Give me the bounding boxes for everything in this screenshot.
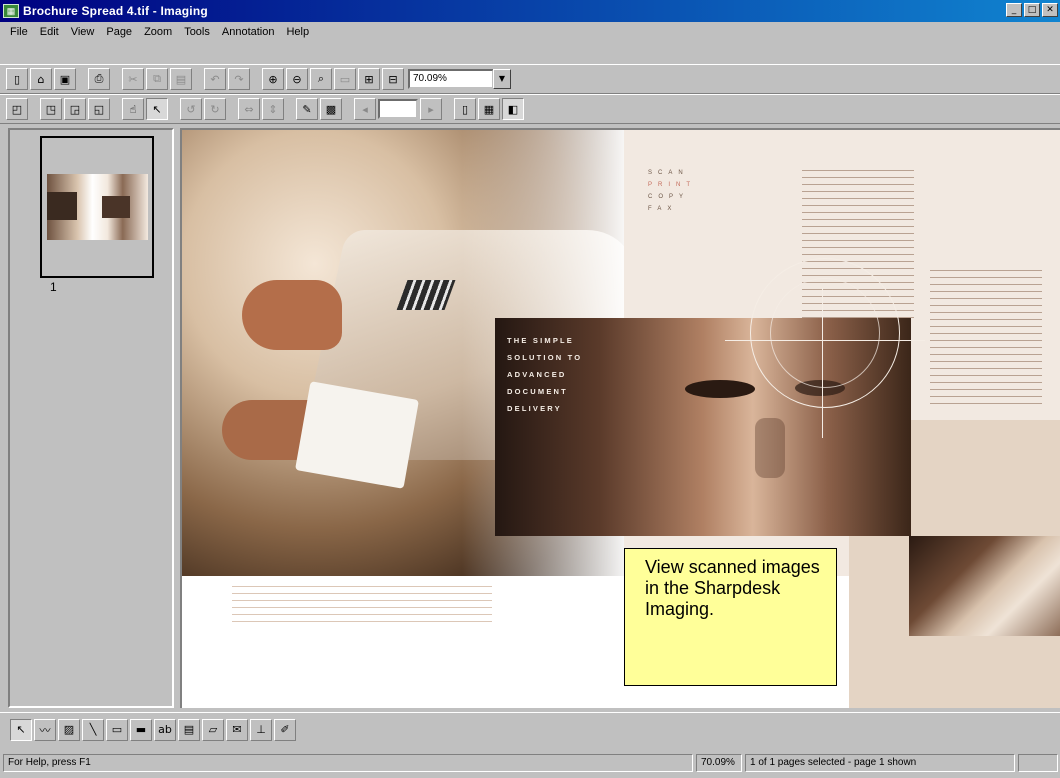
window-controls: _ □ ✕ [1006,3,1058,17]
paper-hands-photo [909,536,1060,636]
image-properties-icon[interactable]: ▩ [320,98,342,120]
minimize-button[interactable]: _ [1006,3,1022,17]
zoom-out-icon[interactable]: ⊖ [286,68,308,90]
select-pointer-icon[interactable]: ↖ [146,98,168,120]
annotation-select-icon[interactable]: ↖ [10,718,32,741]
close-button[interactable]: ✕ [1042,3,1058,17]
attach-note-icon[interactable]: ▱ [202,718,224,741]
zoom-dropdown-icon[interactable]: ▼ [493,69,511,89]
zoom-select-icon[interactable]: ⌕ [310,68,332,90]
highlighter-icon[interactable]: ▨ [58,718,80,741]
rotate-right-icon[interactable]: ↻ [204,98,226,120]
stamp-icon[interactable]: ⊥ [250,718,272,741]
thumbnail-view-icon[interactable]: ▦ [478,98,500,120]
menu-page[interactable]: Page [100,26,138,38]
window-title: Brochure Spread 4.tif - Imaging [23,4,208,18]
drag-zoom-icon[interactable]: ▭ [334,68,356,90]
imaging-app-icon[interactable]: ▦ [3,4,19,18]
insert-image-icon[interactable]: ✉ [226,718,248,741]
word-fax: FAX [648,206,678,212]
caption-text-lines [232,586,492,626]
flip-icon[interactable]: ⇔ [238,98,260,120]
rotate-180-icon[interactable]: ⇕ [262,98,284,120]
next-page-icon[interactable]: ▸ [420,98,442,120]
cut-icon[interactable]: ✂ [122,68,144,90]
face-photo: THE SIMPLE SOLUTION TO ADVANCED DOCUMENT… [495,258,925,536]
scan-append-icon[interactable]: ◱ [88,98,110,120]
filled-rectangle-icon[interactable]: ▬ [130,718,152,741]
scan-new-icon[interactable]: ◳ [40,98,62,120]
copy-icon[interactable]: ⧉ [146,68,168,90]
zoom-in-icon[interactable]: ⊕ [262,68,284,90]
callout-note: View scanned images in the Sharpdesk Ima… [624,548,837,686]
menu-edit[interactable]: Edit [34,26,65,38]
word-copy: COPY [648,194,690,200]
menu-help[interactable]: Help [280,26,315,38]
menu-annotation[interactable]: Annotation [216,26,281,38]
word-scan: SCAN [648,170,689,176]
rotate-left-icon[interactable]: ↺ [180,98,202,120]
previous-page-icon[interactable]: ◂ [354,98,376,120]
maximize-button[interactable]: □ [1024,3,1040,17]
menu-tools[interactable]: Tools [178,26,216,38]
zoom-level-input[interactable]: 70.09% [408,69,494,89]
hide-annotations-icon[interactable]: ✐ [274,718,296,741]
best-fit-icon[interactable]: ⊞ [358,68,380,90]
word-print: PRINT [648,182,696,188]
redo-icon[interactable]: ↷ [228,68,250,90]
thumbnail-pane[interactable]: 1 [8,128,174,708]
text-from-file-icon[interactable]: ▤ [178,718,200,741]
scan-icon[interactable]: ◰ [6,98,28,120]
straight-line-icon[interactable]: ╲ [82,718,104,741]
one-page-view-icon[interactable]: ▯ [454,98,476,120]
standard-toolbar: ▯ ⌂ ▣ ⎙ ✂ ⧉ ▤ ↶ ↷ ⊕ ⊖ ⌕ ▭ ⊞ ⊟ 70.09% ▼ [0,64,1060,94]
imaging-toolbar: ◰ ◳ ◲ ◱ ☝ ↖ ↺ ↻ ⇔ ⇕ ✎ ▩ ◂ ▸ ▯ ▦ ◧ [0,94,1060,124]
new-document-icon[interactable]: ▯ [6,68,28,90]
page-thumbnail-selected[interactable] [40,136,154,278]
brochure-headline: THE SIMPLE SOLUTION TO ADVANCED DOCUMENT… [507,336,583,413]
page-and-thumbnails-icon[interactable]: ◧ [502,98,524,120]
fit-width-icon[interactable]: ⊟ [382,68,404,90]
status-bar: For Help, press F1 70.09% 1 of 1 pages s… [0,752,1060,774]
hand-icon[interactable]: ☝ [122,98,144,120]
status-zoom: 70.09% [696,754,742,772]
paste-icon[interactable]: ▤ [170,68,192,90]
image-viewer[interactable]: SCAN PRINT COPY FAX THE SIMPLE SOLUTION … [180,128,1060,708]
freehand-line-icon[interactable]: 〰 [34,718,56,741]
menu-bar: File Edit View Page Zoom Tools Annotatio… [0,22,1060,42]
scan-insert-icon[interactable]: ◲ [64,98,86,120]
open-folder-icon[interactable]: ⌂ [30,68,52,90]
undo-icon[interactable]: ↶ [204,68,226,90]
annotation-palette-icon[interactable]: ✎ [296,98,318,120]
menu-view[interactable]: View [65,26,101,38]
status-pages: 1 of 1 pages selected - page 1 shown [745,754,1015,772]
page-number-input[interactable] [378,99,418,119]
thumbnail-page-number: 1 [50,280,57,294]
menu-zoom[interactable]: Zoom [138,26,178,38]
menu-file[interactable]: File [4,26,34,38]
title-bar: ▦ Brochure Spread 4.tif - Imaging _ □ ✕ [0,0,1060,22]
annotation-toolbar: ↖ 〰 ▨ ╲ ▭ ▬ ab ▤ ▱ ✉ ⊥ ✐ [0,712,1060,746]
hollow-rectangle-icon[interactable]: ▭ [106,718,128,741]
body-text-column-2 [930,270,1042,406]
status-help-text: For Help, press F1 [3,754,693,772]
save-icon[interactable]: ▣ [54,68,76,90]
resize-grip[interactable] [1018,754,1058,772]
typed-text-icon[interactable]: ab [154,718,176,741]
print-icon[interactable]: ⎙ [88,68,110,90]
thumbnail-image [47,174,148,240]
